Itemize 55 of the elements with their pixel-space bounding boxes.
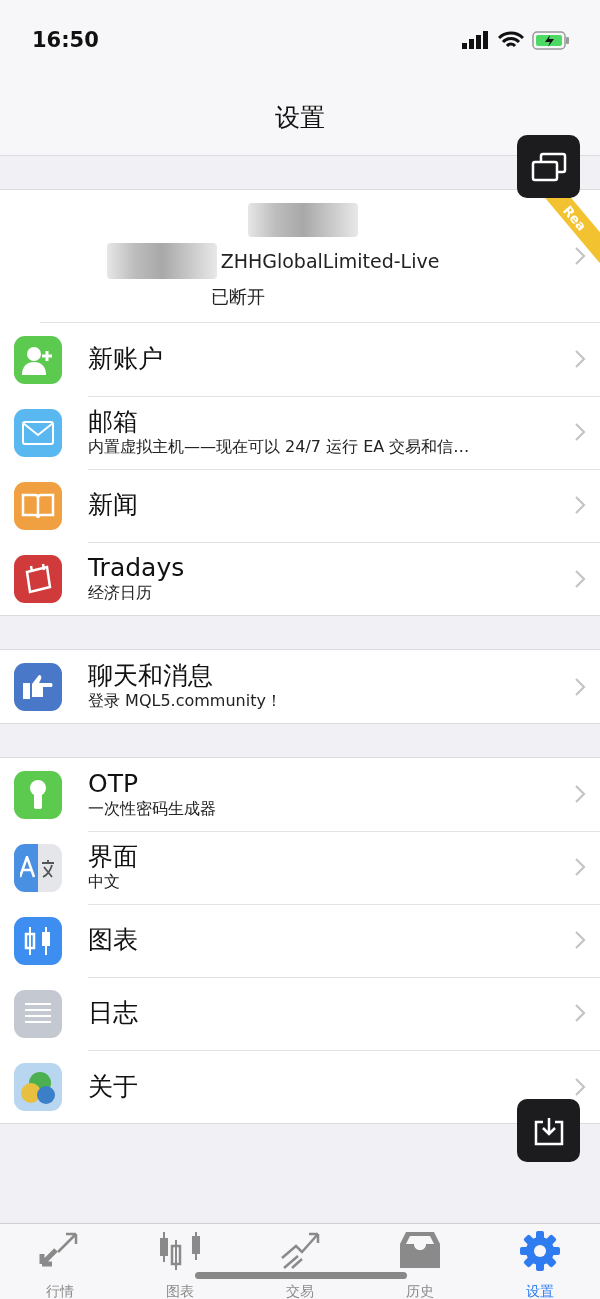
inbox-icon <box>398 1230 442 1270</box>
chevron-icon <box>574 1076 586 1097</box>
row-subtitle: 登录 MQL5.community！ <box>88 691 283 712</box>
row-subtitle: 内置虚拟主机——现在可以 24/7 运行 EA 交易和信… <box>88 436 471 458</box>
chevron-icon <box>574 1003 586 1023</box>
window-switch-button[interactable] <box>517 135 580 198</box>
pointing-hand-icon <box>21 672 55 701</box>
row-title: 新闻 <box>88 490 139 520</box>
row-subtitle: 中文 <box>88 871 121 893</box>
server-name: ZHHGlobalLimited-Live <box>220 250 440 272</box>
chevron-icon <box>574 930 586 950</box>
row-subtitle: 经济日历 <box>88 583 153 604</box>
settings-row[interactable]: 邮箱 内置虚拟主机——现在可以 24/7 运行 EA 交易和信… <box>0 396 600 469</box>
tab[interactable]: 设置 <box>480 1224 600 1299</box>
settings-row[interactable]: OTP 一次性密码生成器 <box>0 758 600 831</box>
row-title: 关于 <box>88 1071 139 1102</box>
battery-icon <box>532 30 570 50</box>
book-icon <box>21 491 55 520</box>
signal-icon <box>462 31 490 49</box>
row-title: Tradays <box>88 553 186 583</box>
candlestick-icon <box>158 1230 202 1270</box>
chevron-icon <box>574 676 586 697</box>
chevron-icon <box>574 422 586 442</box>
row-title: 界面 <box>88 841 139 872</box>
status-time: 16:50 <box>32 28 99 52</box>
row-title: 邮箱 <box>88 406 139 437</box>
chevron-icon <box>574 495 586 515</box>
row-title: 新账户 <box>88 344 164 374</box>
settings-row[interactable]: 图表 <box>0 904 600 977</box>
row-title: OTP <box>88 768 140 799</box>
settings-row[interactable]: 新账户 <box>0 323 600 396</box>
envelope-icon <box>22 420 54 445</box>
row-subtitle: 一次性密码生成器 <box>88 798 217 820</box>
translate-icon <box>20 855 56 880</box>
settings-row[interactable]: Tradays 经济日历 <box>0 542 600 615</box>
keyhole-icon <box>28 778 48 811</box>
download-icon <box>533 1115 564 1146</box>
connection-status: 已断开 <box>211 285 265 309</box>
settings-row[interactable]: 新闻 <box>0 469 600 542</box>
row-title: 图表 <box>88 925 139 955</box>
wifi-icon <box>498 30 524 50</box>
row-title: 聊天和消息 <box>88 661 214 691</box>
settings-row[interactable]: 日志 <box>0 977 600 1050</box>
chevron-icon <box>574 246 586 266</box>
page-title: 设置 <box>275 102 325 134</box>
chevron-icon <box>574 568 586 589</box>
settings-icon <box>519 1230 561 1272</box>
row-title: 日志 <box>88 998 139 1028</box>
chevron-icon <box>574 784 586 804</box>
chevron-icon <box>574 857 586 877</box>
settings-row[interactable]: 界面 中文 <box>0 831 600 904</box>
windows-icon <box>530 151 567 182</box>
chevron-icon <box>574 349 586 369</box>
settings-row[interactable]: 聊天和消息 登录 MQL5.community！ <box>0 650 600 723</box>
download-button[interactable] <box>517 1099 580 1162</box>
